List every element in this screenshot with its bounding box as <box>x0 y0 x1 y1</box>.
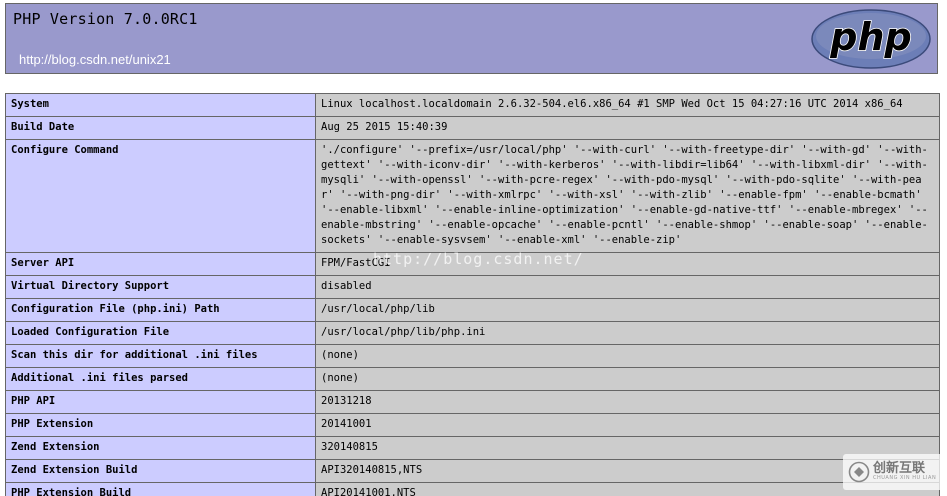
table-row: Additional .ini files parsed (none) <box>5 367 940 391</box>
table-row: Loaded Configuration File/usr/local/php/… <box>5 321 940 345</box>
row-key: Additional .ini files parsed <box>5 367 316 391</box>
row-key: Zend Extension <box>5 436 316 460</box>
chuangxin-logo-icon <box>848 461 870 483</box>
table-row: PHP Extension 20141001 <box>5 413 940 437</box>
page-title: PHP Version 7.0.0RC1 <box>13 10 198 28</box>
row-key: System <box>5 93 316 117</box>
table-row: Scan this dir for additional .ini files(… <box>5 344 940 368</box>
table-row: Build Date Aug 25 2015 15:40:39 <box>5 116 940 140</box>
row-value: Linux localhost.localdomain 2.6.32-504.e… <box>315 93 940 117</box>
row-value: 20141001 <box>315 413 940 437</box>
row-value: './configure' '--prefix=/usr/local/php' … <box>315 139 940 253</box>
row-key: Virtual Directory Support <box>5 275 316 299</box>
row-value: (none) <box>315 367 940 391</box>
phpinfo-page: PHP Version 7.0.0RC1 http://blog.csdn.ne… <box>0 0 947 496</box>
row-key: PHP API <box>5 390 316 414</box>
row-key: Scan this dir for additional .ini files <box>5 344 316 368</box>
row-value: Aug 25 2015 15:40:39 <box>315 116 940 140</box>
blog-url-watermark: http://blog.csdn.net/unix21 <box>19 52 171 67</box>
table-row: Zend Extension 320140815 <box>5 436 940 460</box>
table-row: Virtual Directory Support disabled <box>5 275 940 299</box>
table-row: System Linux localhost.localdomain 2.6.32… <box>5 93 940 117</box>
table-row: Configure Command './configure' '--prefix… <box>5 139 940 253</box>
table-row: Configuration File (php.ini) Path/usr/lo… <box>5 298 940 322</box>
table-row: PHP API 20131218 <box>5 390 940 414</box>
table-row: PHP Extension Build API20141001,NTS <box>5 482 940 496</box>
row-key: Loaded Configuration File <box>5 321 316 345</box>
row-value: FPM/FastCGI <box>315 252 940 276</box>
table-row: Zend Extension Build API320140815,NTS <box>5 459 940 483</box>
php-version-header: PHP Version 7.0.0RC1 http://blog.csdn.ne… <box>5 3 938 74</box>
row-key: Server API <box>5 252 316 276</box>
row-value: /usr/local/php/lib <box>315 298 940 322</box>
corner-watermark-text: 创新互联 <box>873 461 926 476</box>
row-key: Zend Extension Build <box>5 459 316 483</box>
corner-watermark: 创新互联 CHUANG XIN HU LIAN <box>843 454 943 490</box>
php-logo-text: php <box>829 15 911 59</box>
phpinfo-table: System Linux localhost.localdomain 2.6.32… <box>5 93 940 496</box>
row-key: Configuration File (php.ini) Path <box>5 298 316 322</box>
table-row: Server API FPM/FastCGI <box>5 252 940 276</box>
corner-watermark-subtext: CHUANG XIN HU LIAN <box>873 475 937 481</box>
row-value: disabled <box>315 275 940 299</box>
row-key: PHP Extension Build <box>5 482 316 496</box>
row-key: Build Date <box>5 116 316 140</box>
row-key: PHP Extension <box>5 413 316 437</box>
row-value: /usr/local/php/lib/php.ini <box>315 321 940 345</box>
row-value: 20131218 <box>315 390 940 414</box>
row-value: (none) <box>315 344 940 368</box>
row-key: Configure Command <box>5 139 316 253</box>
php-logo-icon[interactable]: php <box>810 8 932 70</box>
